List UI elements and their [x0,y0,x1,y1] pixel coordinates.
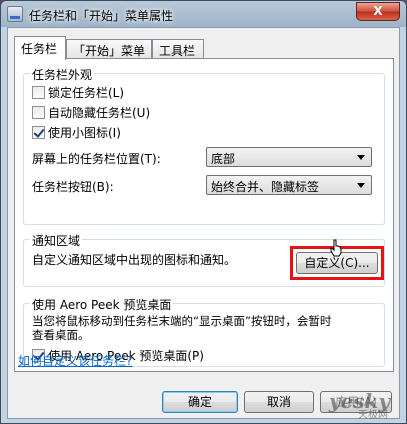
small-icons-label: 使用小图标(I) [48,126,121,140]
tab-taskbar[interactable]: 任务栏 [14,36,66,60]
chevron-down-icon [357,183,365,188]
tab-toolbars[interactable]: 工具栏 [152,39,204,59]
ok-button[interactable]: 确定 [162,391,238,413]
lock-taskbar-checkbox[interactable] [32,86,45,99]
small-icons-option[interactable]: 使用小图标(I) [32,124,121,141]
notification-area-description: 自定义通知区域中出现的图标和通知。 [32,253,237,267]
chevron-down-icon [357,155,365,160]
small-icons-checkbox[interactable] [32,126,45,139]
taskbar-buttons-select[interactable]: 始终合并、隐藏标签 [206,175,372,195]
watermark-subtitle: 天极网 [358,410,388,421]
dialog-client: 任务栏 「开始」菜单 工具栏 任务栏外观 锁定任务栏(L) 自动隐藏任务栏(U)… [7,27,400,419]
properties-window: 任务栏和「开始」菜单属性 X 任务栏 「开始」菜单 工具栏 任务栏外观 锁定任务… [0,0,407,424]
taskbar-appearance-group: 任务栏外观 锁定任务栏(L) 自动隐藏任务栏(U) 使用小图标(I) 屏幕上的任… [23,66,385,225]
auto-hide-label: 自动隐藏任务栏(U) [48,106,151,120]
help-link[interactable]: 如何自定义该任务栏? [18,352,132,369]
lock-taskbar-label: 锁定任务栏(L) [48,86,125,100]
auto-hide-checkbox[interactable] [32,106,45,119]
taskbar-buttons-value: 始终合并、隐藏标签 [211,180,320,194]
taskbar-location-select[interactable]: 底部 [206,147,372,167]
taskbar-app-icon [7,6,23,22]
close-button[interactable]: X [356,2,400,21]
tab-start-menu[interactable]: 「开始」菜单 [66,39,152,59]
aero-peek-title: 使用 Aero Peek 预览桌面 [30,296,174,313]
tab-panel-taskbar: 任务栏外观 锁定任务栏(L) 自动隐藏任务栏(U) 使用小图标(I) 屏幕上的任… [14,58,394,372]
notification-area-title: 通知区域 [30,232,83,249]
taskbar-buttons-label: 任务栏按钮(B): [32,180,114,194]
taskbar-appearance-title: 任务栏外观 [30,66,95,83]
title-bar[interactable]: 任务栏和「开始」菜单属性 X [1,1,406,27]
lock-taskbar-option[interactable]: 锁定任务栏(L) [32,84,124,101]
aero-peek-description-line2: 查看桌面。 [32,328,90,342]
taskbar-location-value: 底部 [211,152,236,166]
cancel-button[interactable]: 取消 [244,391,314,413]
window-title: 任务栏和「开始」菜单属性 [29,9,174,23]
auto-hide-option[interactable]: 自动隐藏任务栏(U) [32,104,150,121]
hand-cursor-icon [330,239,342,257]
taskbar-location-label: 屏幕上的任务栏位置(T): [32,152,161,166]
